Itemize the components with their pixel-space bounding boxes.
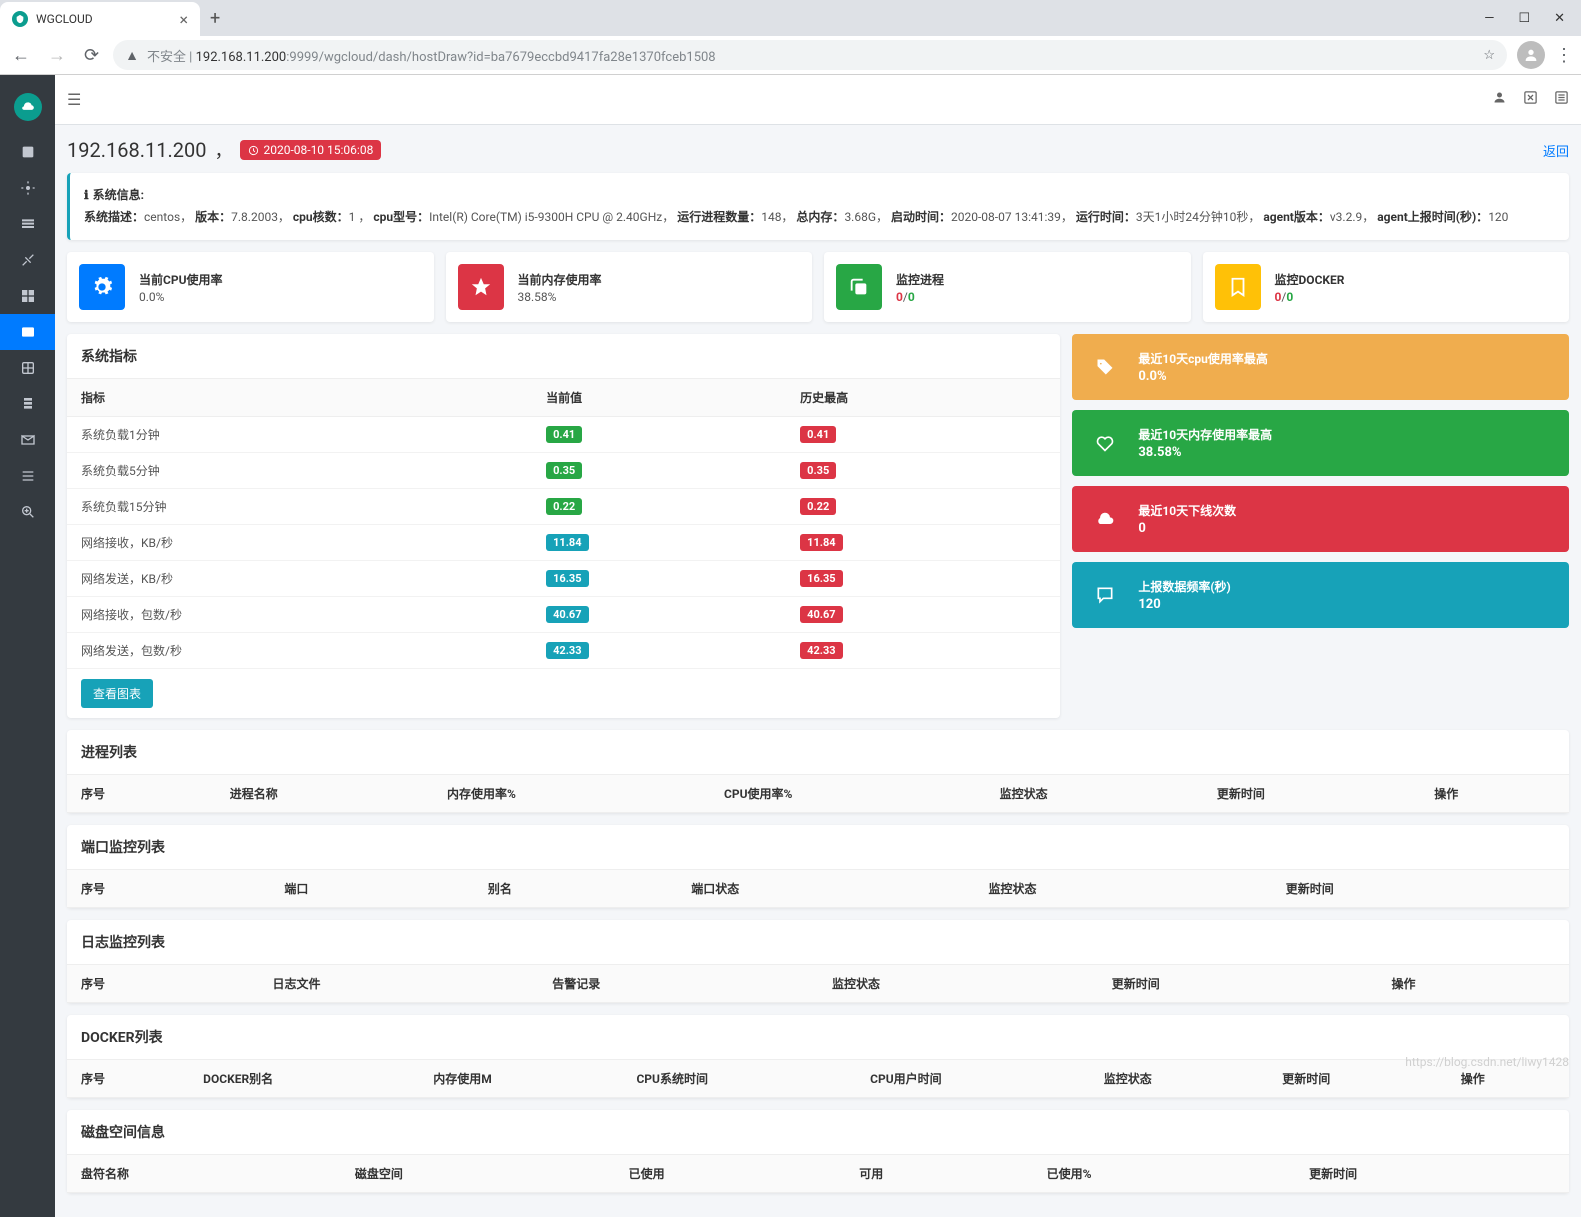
favicon-icon: [12, 11, 28, 27]
stat-card-0[interactable]: 当前CPU使用率0.0%: [67, 252, 434, 322]
list-icon[interactable]: [1554, 90, 1569, 109]
metrics-title: 系统指标: [67, 334, 1060, 379]
address-bar: ← → ⟳ ▲ 不安全 | 192.168.11.200:9999/wgclou…: [0, 36, 1581, 74]
minimize-icon[interactable]: —: [1484, 11, 1494, 26]
chat-icon: [1086, 576, 1124, 614]
new-tab-button[interactable]: +: [200, 8, 230, 29]
window-controls: — ☐ ✕: [1484, 11, 1581, 26]
browser-menu-icon[interactable]: ⋮: [1555, 45, 1573, 66]
table-row: 网络接收，包数/秒40.6740.67: [67, 597, 1060, 633]
metrics-card: 系统指标 指标当前值历史最高 系统负载1分钟0.410.41系统负载5分钟0.3…: [67, 334, 1060, 718]
nav-item-5[interactable]: [0, 278, 55, 314]
close-panel-icon[interactable]: [1523, 90, 1538, 109]
heart-icon: [1086, 424, 1124, 462]
forward-icon: →: [44, 41, 70, 70]
tab-title: WGCLOUD: [36, 12, 171, 26]
maximize-icon[interactable]: ☐: [1518, 11, 1530, 26]
nav-item-6-active[interactable]: [0, 314, 55, 350]
highlight-box-2[interactable]: 最近10天下线次数0: [1072, 486, 1569, 552]
highlight-box-3[interactable]: 上报数据频率(秒)120: [1072, 562, 1569, 628]
log-section: 日志监控列表序号日志文件告警记录监控状态更新时间操作: [67, 920, 1569, 1003]
timestamp-badge: 2020-08-10 15:06:08: [240, 140, 381, 160]
close-window-icon[interactable]: ✕: [1554, 11, 1565, 26]
table-row: 系统负载1分钟0.410.41: [67, 417, 1060, 453]
table-row: 系统负载15分钟0.220.22: [67, 489, 1060, 525]
cloud-icon: [1086, 500, 1124, 538]
star-icon: [458, 264, 504, 310]
disk-section: 磁盘空间信息盘符名称磁盘空间已使用可用已使用%更新时间: [67, 1110, 1569, 1193]
nav-item-2[interactable]: [0, 170, 55, 206]
nav-item-8[interactable]: [0, 386, 55, 422]
nav-item-3[interactable]: [0, 206, 55, 242]
user-icon[interactable]: [1492, 90, 1507, 109]
sidebar: [0, 75, 55, 1217]
nav-item-1[interactable]: [0, 134, 55, 170]
highlight-box-0[interactable]: 最近10天cpu使用率最高0.0%: [1072, 334, 1569, 400]
hamburger-icon[interactable]: ☰: [67, 90, 81, 109]
copy-icon: [836, 264, 882, 310]
gear-icon: [79, 264, 125, 310]
stat-card-1[interactable]: 当前内存使用率38.58%: [446, 252, 813, 322]
nav-item-11[interactable]: [0, 494, 55, 530]
nav-item-4[interactable]: [0, 242, 55, 278]
stat-card-3[interactable]: 监控DOCKER0/0: [1203, 252, 1570, 322]
tab-bar: WGCLOUD × + — ☐ ✕: [0, 0, 1581, 36]
url-text: 不安全 | 192.168.11.200:9999/wgcloud/dash/h…: [147, 46, 716, 65]
table-row: 系统负载5分钟0.350.35: [67, 453, 1060, 489]
metrics-table: 指标当前值历史最高 系统负载1分钟0.410.41系统负载5分钟0.350.35…: [67, 379, 1060, 669]
system-info-card: ℹ 系统信息: 系统描述：centos， 版本：7.8.2003， cpu核数：…: [67, 173, 1569, 240]
nav-item-10[interactable]: [0, 458, 55, 494]
info-icon: ℹ: [84, 185, 89, 207]
highlight-box-1[interactable]: 最近10天内存使用率最高38.58%: [1072, 410, 1569, 476]
reload-icon[interactable]: ⟳: [80, 41, 103, 70]
view-chart-button[interactable]: 查看图表: [81, 679, 153, 708]
breadcrumb: 192.168.11.200 ， 2020-08-10 15:06:08 返回: [67, 137, 1569, 163]
back-icon[interactable]: ←: [8, 41, 34, 70]
profile-avatar-icon[interactable]: [1517, 41, 1545, 69]
tag-icon: [1086, 348, 1124, 386]
bookmark-star-icon[interactable]: ☆: [1483, 48, 1495, 63]
nav-item-9[interactable]: [0, 422, 55, 458]
bookmark-icon: [1215, 264, 1261, 310]
host-ip: 192.168.11.200: [67, 138, 206, 162]
browser-tab[interactable]: WGCLOUD ×: [0, 2, 200, 36]
docker-section: DOCKER列表序号DOCKER别名内存使用MCPU系统时间CPU用户时间监控状…: [67, 1015, 1569, 1098]
stat-card-2[interactable]: 监控进程0/0: [824, 252, 1191, 322]
top-nav: ☰: [55, 75, 1581, 125]
process-section: 进程列表序号进程名称内存使用率%CPU使用率%监控状态更新时间操作: [67, 730, 1569, 813]
table-row: 网络接收，KB/秒11.8411.84: [67, 525, 1060, 561]
url-field[interactable]: ▲ 不安全 | 192.168.11.200:9999/wgcloud/dash…: [113, 40, 1507, 70]
table-row: 网络发送，包数/秒42.3342.33: [67, 633, 1060, 669]
back-link[interactable]: 返回: [1543, 141, 1569, 160]
logo[interactable]: [0, 79, 55, 134]
table-row: 网络发送，KB/秒16.3516.35: [67, 561, 1060, 597]
port-section: 端口监控列表序号端口别名端口状态监控状态更新时间: [67, 825, 1569, 908]
tab-close-icon[interactable]: ×: [179, 10, 188, 29]
insecure-icon: ▲: [125, 47, 139, 64]
nav-item-7[interactable]: [0, 350, 55, 386]
